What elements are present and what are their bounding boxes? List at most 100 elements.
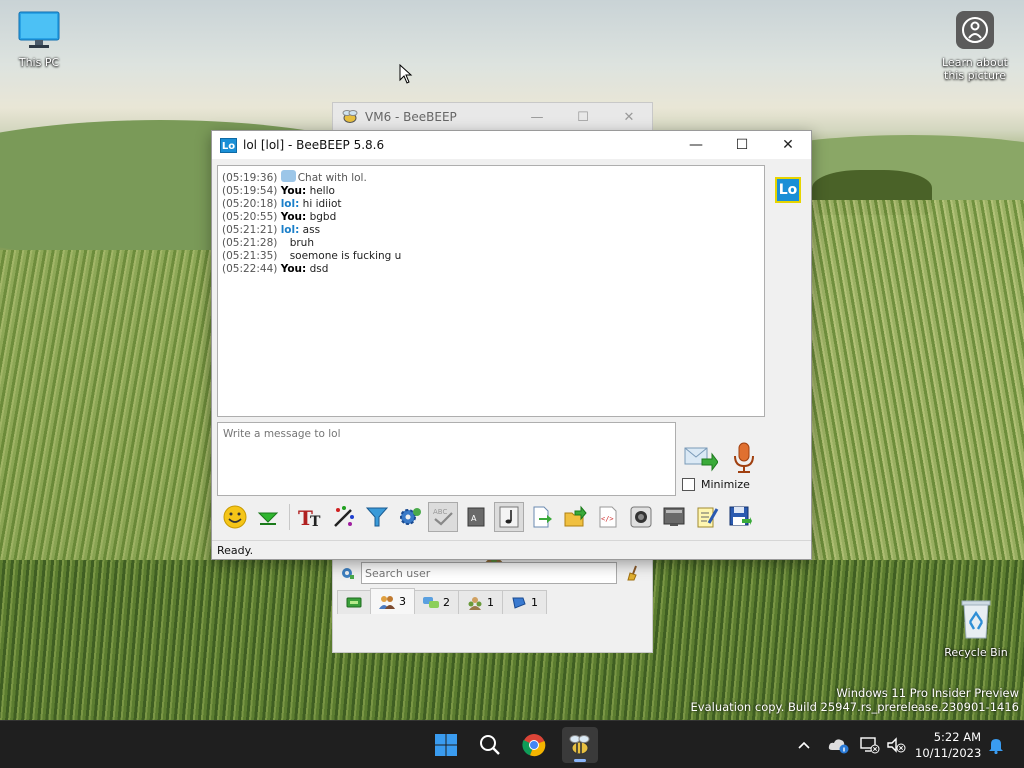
desktop-icon-label: Recycle Bin [944, 646, 1008, 659]
settings-button[interactable] [395, 502, 425, 532]
microphone-icon [734, 442, 754, 473]
minimize-checkbox[interactable] [682, 478, 695, 491]
camera-spot-icon [956, 11, 994, 49]
emoticons-button[interactable] [220, 502, 250, 532]
search-user-input[interactable] [361, 562, 617, 584]
message-input[interactable] [217, 422, 676, 496]
chat-history[interactable]: (05:19:36) Chat with lol. (05:19:54) You:… [217, 165, 765, 417]
color-wand-icon [334, 506, 354, 527]
message-text: ass [299, 224, 321, 236]
message-text: bgbd [306, 211, 337, 223]
floppy-icon [729, 506, 752, 526]
search-button[interactable] [472, 727, 508, 763]
member-avatar[interactable]: Lo [775, 177, 801, 203]
message-timestamp: (05:21:21) [222, 224, 278, 236]
windows-watermark: Windows 11 Pro Insider Preview Evaluatio… [691, 686, 1019, 714]
title-bar[interactable]: VM6 - BeeBEEP — ☐ ✕ [333, 103, 652, 131]
chrome-icon [522, 734, 546, 757]
chrome-taskbar-button[interactable] [516, 727, 552, 763]
taskbar: 5:22 AM 10/11/2023 [0, 720, 1024, 768]
message-timestamp: (05:21:35) [222, 250, 278, 262]
tab-count: 3 [399, 595, 406, 608]
collapse-button[interactable] [253, 502, 283, 532]
minimize-button[interactable]: — [514, 110, 560, 125]
toolbar-separator [289, 504, 290, 530]
screenshot-button[interactable] [626, 502, 656, 532]
message-timestamp: (05:21:28) [222, 237, 278, 249]
smiley-icon [223, 505, 247, 529]
tab-count: 2 [443, 596, 450, 609]
network-tray-icon[interactable] [858, 721, 880, 768]
minimize-option[interactable]: Minimize [682, 478, 750, 491]
tab-network[interactable] [337, 590, 371, 614]
maximize-button[interactable]: ☐ [719, 131, 765, 159]
desktop-icon-this-pc[interactable]: This PC [1, 10, 77, 69]
maximize-button[interactable]: ☐ [560, 110, 606, 125]
bee-icon [342, 110, 358, 123]
voice-message-button[interactable] [732, 441, 756, 475]
search-row [333, 558, 652, 588]
notifications-button[interactable] [988, 721, 1004, 768]
font-color-button[interactable] [329, 502, 359, 532]
document-export-icon [533, 506, 552, 528]
music-note-icon [499, 506, 519, 528]
send-button[interactable] [684, 443, 719, 473]
cloud-info-icon [828, 739, 849, 754]
recycle-bin-icon [961, 600, 991, 639]
message-text: hi idiiot [299, 198, 342, 210]
title-bar[interactable]: Lo lol [lol] - BeeBEEP 5.8.6 — ☐ ✕ [212, 131, 811, 159]
sound-notification-button[interactable] [494, 502, 524, 532]
chat-window[interactable]: Lo lol [lol] - BeeBEEP 5.8.6 — ☐ ✕ (05:1… [211, 130, 812, 560]
chat-message: (05:21:28) bruh [222, 237, 760, 250]
tab-chats[interactable]: 2 [414, 590, 459, 614]
onedrive-tray-icon[interactable] [828, 721, 850, 768]
chats-icon [423, 596, 439, 608]
groups-icon [468, 596, 482, 610]
broom-clear-icon[interactable] [625, 565, 641, 581]
tab-groups[interactable]: 1 [458, 590, 503, 614]
desktop-icon-label: This PC [18, 56, 60, 69]
volume-tray-icon[interactable] [886, 721, 906, 768]
desktop-icon-learn-about-picture[interactable]: Learn about this picture [936, 10, 1014, 82]
desktop-icon-recycle-bin[interactable]: Recycle Bin [937, 598, 1015, 659]
save-chat-button[interactable] [527, 502, 557, 532]
clear-history-button[interactable] [659, 502, 689, 532]
save-button[interactable] [725, 502, 755, 532]
search-icon [480, 735, 500, 755]
word-completer-button[interactable]: A [461, 502, 491, 532]
font-button[interactable]: T T [296, 502, 326, 532]
chevron-up-icon [798, 741, 810, 749]
close-button[interactable]: ✕ [606, 110, 652, 125]
gear-icon[interactable] [339, 565, 355, 581]
message-text: bruh [289, 237, 314, 249]
message-timestamp: (05:22:44) [222, 263, 278, 275]
close-button[interactable]: ✕ [765, 131, 811, 159]
show-hidden-icons-button[interactable] [796, 721, 812, 768]
html-button[interactable]: </> [593, 502, 623, 532]
message-text: hello [306, 185, 335, 197]
green-down-icon [257, 512, 279, 525]
book-icon: A [467, 507, 485, 527]
chat-toolbar: T T ABC A </> [214, 499, 784, 535]
filter-button[interactable] [362, 502, 392, 532]
minimize-button[interactable]: — [673, 131, 719, 159]
tab-users[interactable]: 3 [370, 588, 415, 614]
spellcheck-icon: ABC [433, 508, 453, 526]
gears-icon [400, 508, 421, 525]
start-button[interactable] [428, 727, 464, 763]
shares-icon [512, 597, 526, 609]
send-file-button[interactable] [560, 502, 590, 532]
spellcheck-button[interactable]: ABC [428, 502, 458, 532]
taskbar-clock[interactable]: 5:22 AM 10/11/2023 [915, 729, 981, 761]
window-title: VM6 - BeeBEEP [365, 110, 457, 124]
camera-icon [630, 506, 652, 528]
svg-text:</>: </> [601, 515, 614, 523]
tab-shares[interactable]: 1 [502, 590, 547, 614]
notes-button[interactable] [692, 502, 722, 532]
bee-icon [569, 735, 590, 755]
message-text: dsd [306, 263, 329, 275]
beebeep-taskbar-button[interactable] [562, 727, 598, 763]
back-tab-bar: 3 2 1 1 [333, 588, 652, 614]
message-sender: lol: [280, 198, 300, 210]
clock-time: 5:22 AM [933, 730, 981, 744]
